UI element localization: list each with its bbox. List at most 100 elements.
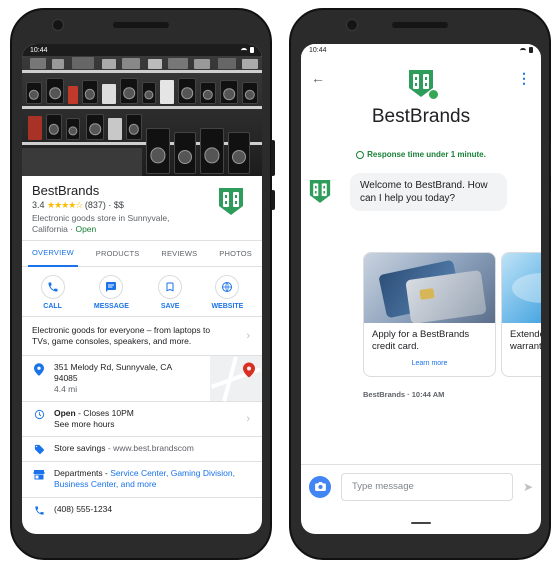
listing-tabs: OVERVIEW PRODUCTS REVIEWS PHOTOS bbox=[22, 240, 262, 268]
price-level: $$ bbox=[113, 200, 124, 210]
maps-listing-screen: 10:44 BestBrands 3.4 ★★★★☆ (837) · $$ El… bbox=[22, 44, 262, 534]
hours-closes: - Closes 10PM bbox=[75, 408, 134, 419]
store-icon bbox=[32, 468, 46, 480]
card-title: Extended warranty bbox=[510, 329, 541, 353]
departments-row[interactable]: Departments - Service Center, Gaming Div… bbox=[22, 462, 262, 498]
chat-title: BestBrands bbox=[371, 106, 471, 127]
savings-label: Store savings bbox=[54, 443, 106, 454]
wifi-icon bbox=[241, 47, 247, 53]
status-icons bbox=[241, 47, 254, 53]
hours-more: See more hours bbox=[54, 419, 115, 430]
tab-products[interactable]: PRODUCTS bbox=[92, 241, 144, 266]
rating-value: 3.4 bbox=[32, 200, 45, 210]
status-time: 10:44 bbox=[30, 46, 48, 54]
phone-icon bbox=[40, 275, 65, 300]
savings-row[interactable]: Store savings - www.best.brandscom bbox=[22, 437, 262, 463]
tab-overview[interactable]: OVERVIEW bbox=[28, 240, 78, 268]
chevron-right-icon: › bbox=[246, 413, 250, 426]
hours-row[interactable]: Open - Closes 10PM See more hours › bbox=[22, 402, 262, 438]
bestbrands-logo-icon bbox=[219, 188, 243, 215]
status-bar: 10:44 bbox=[301, 44, 541, 56]
camera-icon bbox=[346, 19, 358, 31]
business-category: Electronic goods store in Sunnyvale, Cal… bbox=[32, 213, 170, 234]
tagline-row[interactable]: Electronic goods for everyone – from lap… bbox=[22, 317, 262, 357]
rich-card-carousel[interactable]: Apply for a BestBrands credit card. Lear… bbox=[363, 252, 541, 377]
credit-card-offer[interactable]: Apply for a BestBrands credit card. Lear… bbox=[363, 252, 496, 377]
phone-frame-right: 10:44 ← ⋮ BestBrands Response time under… bbox=[289, 8, 551, 560]
learn-more-link[interactable]: Learn more bbox=[364, 360, 495, 367]
action-buttons: CALL MESSAGE SAVE WEBSITE bbox=[22, 267, 262, 318]
camera-button[interactable] bbox=[309, 475, 331, 498]
message-composer: ➤ bbox=[301, 464, 541, 508]
business-header: BestBrands 3.4 ★★★★☆ (837) · $$ Electron… bbox=[22, 176, 262, 242]
business-description: Electronic goods store in Sunnyvale, Cal… bbox=[32, 213, 182, 234]
response-time-badge: Response time under 1 minute. bbox=[301, 150, 541, 159]
departments-label: Departments bbox=[54, 468, 103, 479]
review-count: (837) bbox=[84, 200, 106, 210]
response-time: Response time under 1 minute. bbox=[367, 150, 486, 159]
power-button bbox=[271, 190, 275, 210]
warranty-image bbox=[502, 253, 541, 323]
home-indicator[interactable] bbox=[411, 522, 431, 524]
credit-cards-image bbox=[364, 253, 495, 323]
message-button[interactable]: MESSAGE bbox=[94, 275, 129, 310]
more-options-icon[interactable]: ⋮ bbox=[517, 70, 531, 87]
call-label: CALL bbox=[43, 303, 62, 311]
call-button[interactable]: CALL bbox=[40, 275, 65, 311]
open-status: Open bbox=[75, 223, 97, 234]
phone-number: (408) 555-1234 bbox=[54, 503, 113, 514]
status-icons bbox=[520, 47, 533, 53]
phone-row[interactable]: (408) 555-1234 bbox=[22, 498, 262, 522]
clock-icon bbox=[356, 150, 365, 159]
volume-button bbox=[271, 140, 275, 176]
clock-icon bbox=[32, 408, 46, 420]
globe-icon bbox=[215, 275, 240, 300]
tag-icon bbox=[32, 443, 46, 455]
phone-frame-left: 10:44 BestBrands 3.4 ★★★★☆ (837) · $$ El… bbox=[10, 8, 275, 560]
website-label: WEBSITE bbox=[211, 303, 244, 311]
warranty-offer[interactable]: Extended warranty bbox=[501, 252, 541, 377]
camera-icon bbox=[52, 19, 64, 31]
speaker-grille bbox=[113, 22, 169, 28]
greeting-bubble: Welcome to BestBrand. How can I help you… bbox=[350, 173, 507, 211]
address-row[interactable]: 351 Melody Rd, Sunnyvale, CA 94085 4.4 m… bbox=[22, 356, 262, 403]
speaker-grille bbox=[392, 22, 448, 28]
message-timestamp: BestBrands · 10:44 AM bbox=[363, 390, 445, 399]
battery-icon bbox=[529, 47, 533, 53]
website-button[interactable]: WEBSITE bbox=[211, 275, 243, 310]
address-text: 351 Melody Rd, Sunnyvale, CA 94085 bbox=[54, 362, 172, 384]
chat-header: ← ⋮ BestBrands bbox=[301, 56, 541, 142]
chat-icon bbox=[99, 275, 124, 300]
battery-icon bbox=[250, 47, 254, 53]
bestbrands-logo-icon bbox=[408, 68, 439, 100]
status-time: 10:44 bbox=[309, 46, 327, 54]
verified-badge-icon bbox=[428, 89, 439, 100]
map-pin-icon bbox=[243, 362, 255, 378]
bookmark-icon bbox=[158, 275, 183, 300]
store-photo[interactable] bbox=[22, 56, 262, 176]
chevron-right-icon: › bbox=[246, 330, 250, 343]
location-pin-icon bbox=[32, 362, 46, 377]
tab-reviews[interactable]: REVIEWS bbox=[157, 241, 201, 266]
message-input[interactable] bbox=[341, 472, 513, 501]
distance: 4.4 mi bbox=[54, 384, 78, 395]
bot-avatar-icon bbox=[309, 180, 331, 203]
save-label: SAVE bbox=[160, 303, 180, 311]
map-thumbnail[interactable] bbox=[210, 356, 262, 403]
tab-photos[interactable]: PHOTOS bbox=[215, 241, 256, 266]
send-icon[interactable]: ➤ bbox=[523, 480, 533, 494]
camera-icon bbox=[314, 482, 326, 491]
wifi-icon bbox=[520, 47, 526, 53]
card-title: Apply for a BestBrands credit card. bbox=[372, 329, 470, 353]
back-arrow-icon[interactable]: ← bbox=[311, 70, 325, 86]
tagline: Electronic goods for everyone – from lap… bbox=[32, 325, 211, 347]
rating-stars: ★★★★☆ bbox=[47, 200, 83, 210]
hours-status: Open bbox=[54, 408, 76, 419]
bot-message: Welcome to BestBrand. How can I help you… bbox=[301, 173, 541, 211]
message-label: MESSAGE bbox=[93, 303, 129, 311]
chat-screen: 10:44 ← ⋮ BestBrands Response time under… bbox=[301, 44, 541, 534]
status-bar: 10:44 bbox=[22, 44, 262, 56]
phone-icon bbox=[32, 504, 46, 516]
save-button[interactable]: SAVE bbox=[158, 275, 183, 311]
savings-url[interactable]: www.best.brandscom bbox=[113, 443, 194, 453]
